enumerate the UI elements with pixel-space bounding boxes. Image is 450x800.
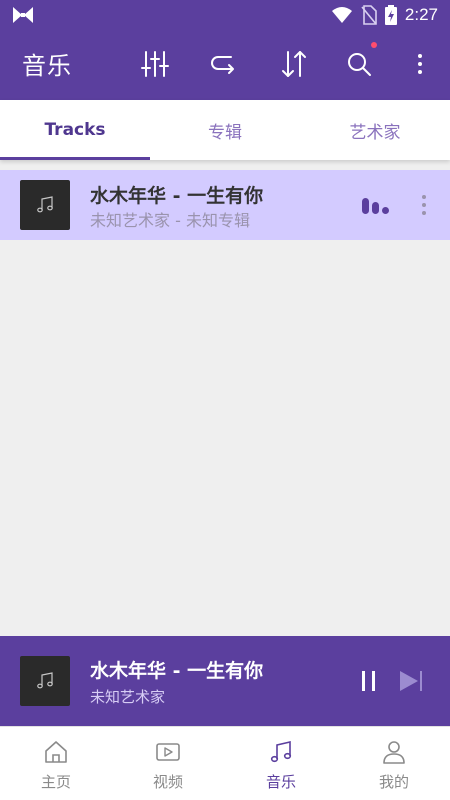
- search-button[interactable]: [343, 48, 375, 80]
- player-track-title: 水木年华 - 一生有你: [90, 660, 264, 682]
- repeat-button[interactable]: [208, 48, 240, 80]
- nav-label: 音乐: [265, 773, 296, 791]
- equalizer-button[interactable]: [139, 48, 171, 80]
- nav-video[interactable]: 视频: [112, 727, 224, 800]
- bottom-navigation: 主页 视频 音乐 我的: [0, 726, 450, 800]
- pause-icon[interactable]: [356, 668, 382, 694]
- music-note-icon: [37, 196, 53, 213]
- track-list-item[interactable]: 水木年华 - 一生有你 未知艺术家 - 未知专辑: [0, 170, 450, 240]
- track-subtitle: 未知艺术家 - 未知专辑: [90, 211, 250, 230]
- search-icon: [348, 53, 371, 76]
- now-playing-icon: [362, 198, 389, 214]
- more-vert-icon[interactable]: [414, 192, 434, 218]
- music-note-icon: [270, 740, 292, 763]
- tab-albums[interactable]: 专辑: [150, 100, 300, 160]
- nav-label: 视频: [152, 773, 183, 791]
- video-icon: [156, 743, 180, 761]
- album-art: [20, 656, 70, 706]
- page-title: 音乐: [22, 52, 72, 80]
- tab-indicator: [0, 157, 150, 160]
- nav-label: 我的: [378, 773, 409, 791]
- battery-charging-icon: [384, 5, 397, 25]
- mini-player[interactable]: 水木年华 - 一生有你 未知艺术家: [0, 636, 450, 726]
- app-logo-icon: [13, 7, 33, 23]
- notification-dot: [371, 42, 377, 48]
- track-title: 水木年华 - 一生有你: [90, 185, 264, 207]
- person-icon: [383, 741, 405, 764]
- music-note-icon: [37, 672, 53, 689]
- equalizer-icon: [141, 51, 169, 77]
- app-bar: 音乐: [0, 30, 450, 100]
- tab-artists[interactable]: 艺术家: [300, 100, 450, 160]
- no-sim-icon: [361, 5, 377, 25]
- home-icon: [45, 741, 67, 763]
- tab-bar: Tracks 专辑 艺术家: [0, 100, 450, 160]
- nav-label: 主页: [40, 773, 71, 791]
- wifi-icon: [331, 7, 352, 23]
- nav-home[interactable]: 主页: [0, 727, 112, 800]
- clock-time: 2:27: [404, 5, 438, 24]
- repeat-icon: [211, 56, 234, 74]
- player-artist: 未知艺术家: [90, 688, 166, 706]
- sort-button[interactable]: [278, 48, 310, 80]
- more-vert-icon: [418, 54, 422, 74]
- overflow-menu-button[interactable]: [404, 48, 436, 80]
- tab-tracks[interactable]: Tracks: [0, 100, 150, 160]
- sort-icon: [282, 51, 306, 77]
- album-art: [20, 180, 70, 230]
- nav-profile[interactable]: 我的: [338, 727, 450, 800]
- status-bar: 2:27: [0, 0, 450, 30]
- skip-next-icon[interactable]: [396, 668, 426, 694]
- nav-music[interactable]: 音乐: [225, 727, 337, 800]
